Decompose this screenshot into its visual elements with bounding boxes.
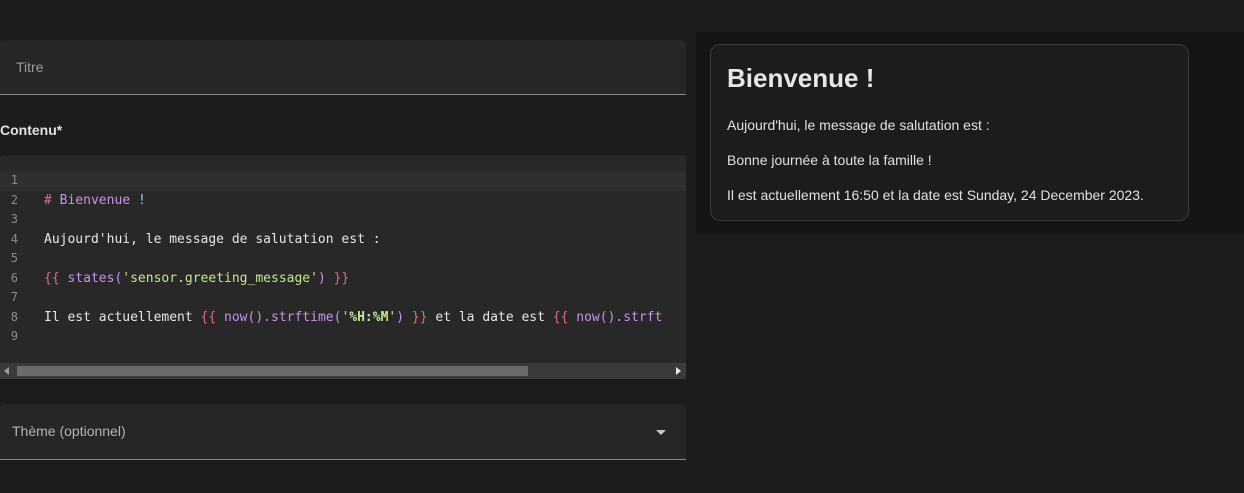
code-editor[interactable]: 1 2 # Bienvenue ! 3 4 Aujourd'hui, le me… (0, 155, 686, 379)
content-label: Contenu* (0, 122, 63, 138)
template-fn-close: ) (317, 270, 326, 286)
md-heading: Bienvenue (59, 192, 138, 208)
scroll-left-arrow-icon[interactable] (4, 367, 9, 375)
editor-line-1[interactable]: 1 (0, 171, 686, 191)
card-heading: Bienvenue ! (727, 63, 875, 93)
editor-line-9[interactable]: 9 (0, 327, 686, 347)
template-fn: states( (67, 270, 123, 286)
template-fn: now().strftime( (224, 309, 342, 325)
line-number: 9 (10, 329, 18, 343)
editor-line-3[interactable]: 3 (0, 210, 686, 230)
title-field[interactable]: Titre (0, 40, 686, 95)
template-close: }} (404, 309, 428, 325)
plain-text: Il est actuellement (44, 309, 201, 325)
template-close: }} (325, 270, 350, 286)
template-open: {{ (44, 270, 68, 286)
card-paragraph: Aujourd'hui, le message de salutation es… (727, 117, 990, 133)
theme-select[interactable]: Thème (optionnel) (0, 404, 686, 460)
editor-line-8[interactable]: 8 Il est actuellement {{ now().strftime(… (0, 308, 686, 328)
line-number: 2 (10, 192, 18, 207)
editor-line-4[interactable]: 4 Aujourd'hui, le message de salutation … (0, 230, 686, 250)
template-fn-close: ) (396, 309, 405, 325)
template-format: %H:%M (349, 309, 389, 325)
scroll-right-arrow-icon[interactable] (676, 367, 681, 375)
editor-line-2[interactable]: 2 # Bienvenue ! (0, 191, 686, 211)
md-hash: # (44, 192, 60, 208)
line-number: 1 (10, 173, 18, 187)
scroll-thumb[interactable] (17, 366, 528, 376)
horizontal-scrollbar[interactable] (0, 363, 686, 379)
line-number: 4 (10, 231, 18, 246)
title-placeholder: Titre (16, 59, 44, 75)
line-number: 3 (10, 212, 18, 226)
plain-text: et la date est (427, 309, 553, 325)
line-number: 6 (10, 270, 18, 285)
markdown-card: Bienvenue ! Aujourd'hui, le message de s… (710, 44, 1189, 221)
card-paragraph: Bonne journée à toute la famille ! (727, 152, 932, 168)
template-open: {{ (552, 309, 577, 325)
theme-placeholder: Thème (optionnel) (12, 423, 126, 439)
line-number: 5 (10, 251, 18, 265)
card-paragraph: Il est actuellement 16:50 et la date est… (727, 187, 1144, 203)
line-number: 7 (10, 290, 18, 304)
code-text: Il est actuellement {{ now().strftime('%… (44, 308, 662, 328)
code-text: Aujourd'hui, le message de salutation es… (44, 231, 381, 247)
editor-line-7[interactable]: 7 (0, 288, 686, 308)
code-text: {{ states('sensor.greeting_message') }} (44, 269, 349, 289)
template-string: 'sensor.greeting_message' (122, 270, 318, 286)
editor-line-5[interactable]: 5 (0, 249, 686, 269)
code-text: # Bienvenue ! (44, 191, 146, 211)
line-number: 8 (10, 309, 18, 324)
editor-line-6[interactable]: 6 {{ states('sensor.greeting_message') }… (0, 269, 686, 289)
md-bang: ! (137, 192, 146, 208)
template-open: {{ (200, 309, 225, 325)
dropdown-arrow-icon[interactable] (656, 430, 666, 435)
template-fn: now().strft (576, 309, 663, 325)
